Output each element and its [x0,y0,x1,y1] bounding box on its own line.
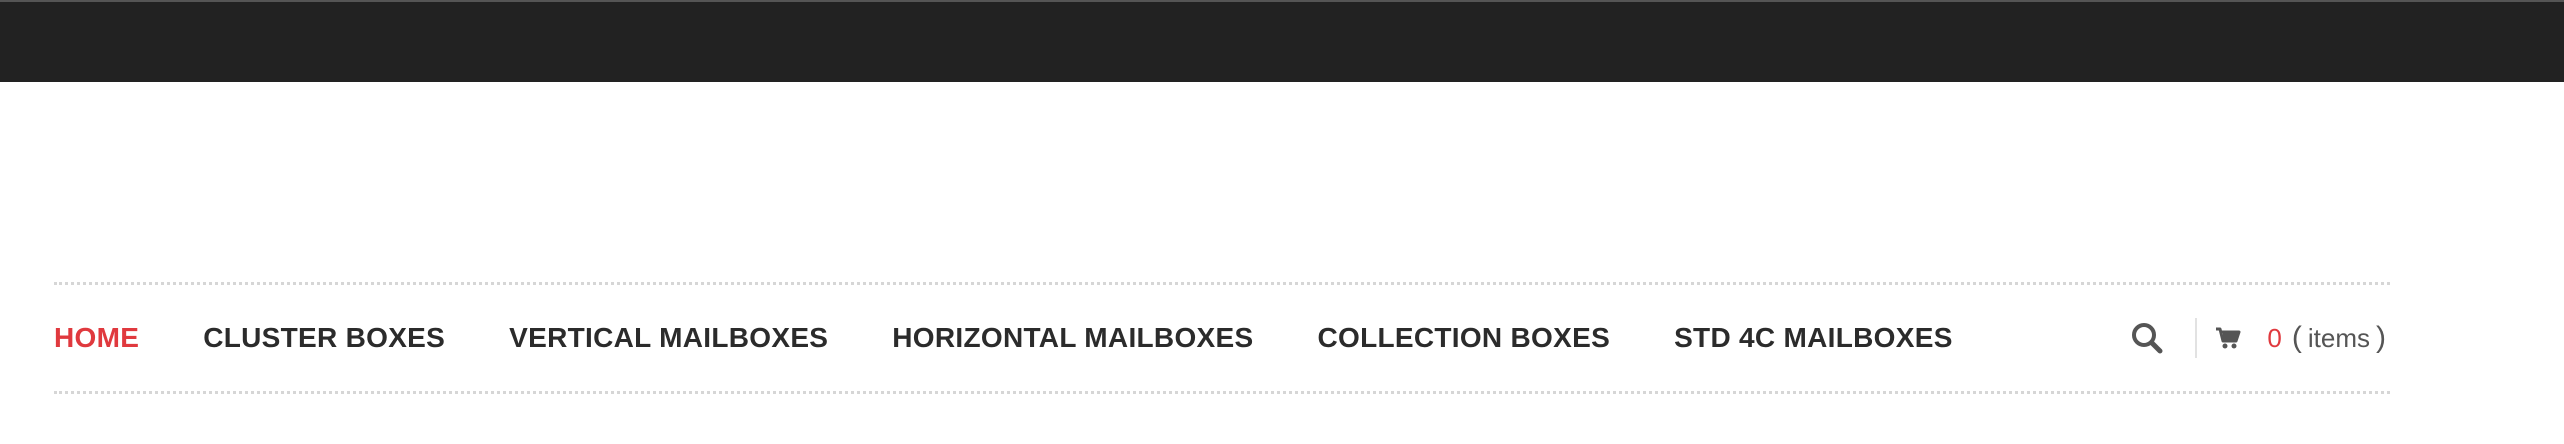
nav-item-vertical-mailboxes[interactable]: VERTICAL MAILBOXES [509,322,828,354]
cart-count: 0 [2267,322,2282,353]
nav-item-horizontal-mailboxes[interactable]: HORIZONTAL MAILBOXES [892,322,1253,354]
cart-link[interactable]: 0 ( items ) [2215,321,2386,355]
cart-label: items [2307,322,2370,353]
main-navigation: HOME CLUSTER BOXES VERTICAL MAILBOXES HO… [54,282,2390,394]
header-area [0,82,2564,282]
header-tools: 0 ( items ) [2129,285,2390,391]
cart-open-paren: ( [2291,321,2302,354]
nav-item-collection-boxes[interactable]: COLLECTION BOXES [1317,322,1610,354]
search-button[interactable] [2129,320,2165,356]
tools-divider [2195,318,2198,358]
nav-item-home[interactable]: HOME [54,322,139,354]
nav-item-std-4c-mailboxes[interactable]: STD 4C MAILBOXES [1674,322,1953,354]
top-bar [0,0,2564,82]
cart-icon [2215,325,2241,351]
nav-item-cluster-boxes[interactable]: CLUSTER BOXES [203,322,445,354]
nav-menu: HOME CLUSTER BOXES VERTICAL MAILBOXES HO… [54,285,2017,391]
cart-close-paren: ) [2376,321,2386,354]
search-icon [2132,323,2163,354]
